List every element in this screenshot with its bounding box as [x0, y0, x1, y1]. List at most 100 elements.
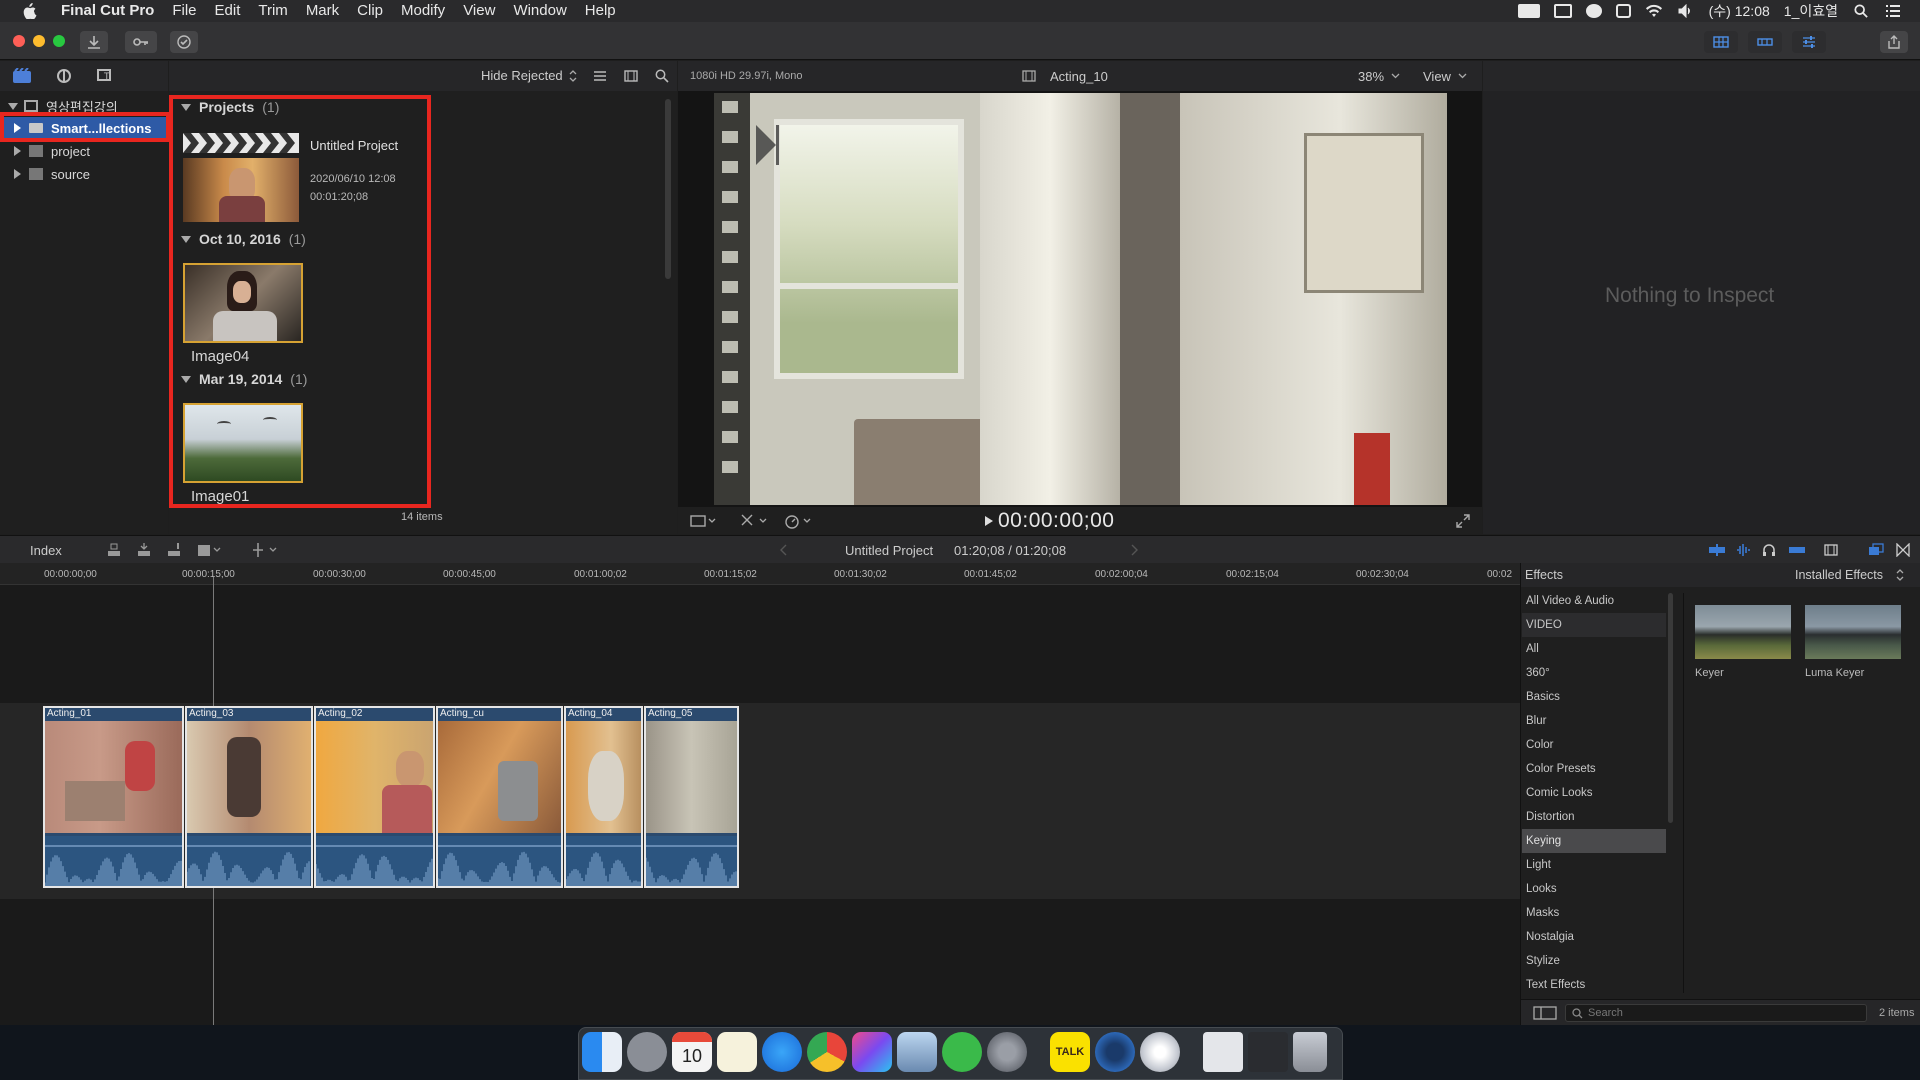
- timeline-clip-acting-03[interactable]: Acting_03: [185, 706, 313, 888]
- snapping-icon[interactable]: [1788, 544, 1806, 556]
- viewer-video-frame[interactable]: [714, 93, 1447, 505]
- overwrite-clip-icon[interactable]: [196, 542, 222, 558]
- chrome-icon[interactable]: [807, 1032, 847, 1072]
- apple-logo-icon[interactable]: [20, 3, 38, 19]
- minimize-window-button[interactable]: [33, 35, 45, 47]
- share-button[interactable]: [1880, 31, 1908, 53]
- effect-category-color-presets[interactable]: Color Presets: [1522, 757, 1666, 781]
- transform-tools-icon[interactable]: [740, 513, 770, 529]
- audio-skimming-icon[interactable]: [1736, 543, 1752, 557]
- effect-category-basics[interactable]: Basics: [1522, 685, 1666, 709]
- fullscreen-icon[interactable]: [1456, 514, 1470, 528]
- effect-category-text-effects[interactable]: Text Effects: [1522, 973, 1666, 997]
- message-icon[interactable]: [1585, 4, 1602, 18]
- final-cut-pro-icon[interactable]: [852, 1032, 892, 1072]
- effect-category-distortion[interactable]: Distortion: [1522, 805, 1666, 829]
- timeline-project-name[interactable]: Untitled Project: [845, 543, 933, 558]
- zoom-window-button[interactable]: [53, 35, 65, 47]
- trash-icon[interactable]: [1293, 1032, 1327, 1072]
- kakaotalk-icon[interactable]: TALK: [1050, 1032, 1090, 1072]
- transitions-browser-icon[interactable]: [1896, 543, 1910, 557]
- menu-trim[interactable]: Trim: [249, 0, 296, 22]
- search-icon[interactable]: [655, 69, 669, 83]
- effect-category-looks[interactable]: Looks: [1522, 877, 1666, 901]
- menu-file[interactable]: File: [163, 0, 205, 22]
- retiming-speed-icon[interactable]: [784, 513, 814, 529]
- libraries-icon[interactable]: [12, 68, 32, 84]
- browser-scrollbar[interactable]: [665, 99, 671, 279]
- finder-icon[interactable]: [582, 1032, 622, 1072]
- menu-view[interactable]: View: [454, 0, 504, 22]
- viewer-timecode[interactable]: 00:00:00;00: [998, 509, 1114, 533]
- effect-category-video-header[interactable]: VIDEO: [1522, 613, 1666, 637]
- filter-popup[interactable]: Hide Rejected: [481, 68, 563, 83]
- show-browser-button[interactable]: [1704, 31, 1738, 53]
- play-button-icon[interactable]: [984, 515, 994, 527]
- menubar-clock[interactable]: (수) 12:08: [1709, 1, 1770, 21]
- effect-thumbnail-keyer[interactable]: [1695, 605, 1791, 659]
- effect-category-masks[interactable]: Masks: [1522, 901, 1666, 925]
- zoom-popup[interactable]: 38%: [1358, 69, 1384, 84]
- effects-search-field[interactable]: Search: [1565, 1004, 1867, 1022]
- volume-icon[interactable]: [1677, 4, 1695, 18]
- preview-icon[interactable]: [897, 1032, 937, 1072]
- menu-modify[interactable]: Modify: [392, 0, 454, 22]
- timeline-clip-acting-cu[interactable]: Acting_cu: [436, 706, 563, 888]
- timeline-clip-acting-02[interactable]: Acting_02: [314, 706, 435, 888]
- history-back-icon[interactable]: [780, 544, 788, 556]
- timeline-clip-acting-01[interactable]: Acting_01: [43, 706, 184, 888]
- notification-center-icon[interactable]: [1884, 4, 1902, 18]
- chevron-down-icon[interactable]: [1458, 73, 1467, 79]
- system-preferences-icon[interactable]: [987, 1032, 1027, 1072]
- effect-category-comic-looks[interactable]: Comic Looks: [1522, 781, 1666, 805]
- history-forward-icon[interactable]: [1130, 544, 1138, 556]
- effect-category-360[interactable]: 360°: [1522, 661, 1666, 685]
- menu-clip[interactable]: Clip: [348, 0, 392, 22]
- wd-drive-icon[interactable]: [1517, 4, 1540, 18]
- effect-category-blur[interactable]: Blur: [1522, 709, 1666, 733]
- effect-category-keying[interactable]: Keying: [1522, 829, 1666, 853]
- background-tasks-button[interactable]: [170, 31, 198, 53]
- timeline-clip-acting-04[interactable]: Acting_04: [564, 706, 643, 888]
- effect-category-all-video-audio[interactable]: All Video & Audio: [1522, 589, 1666, 613]
- menu-app-name[interactable]: Final Cut Pro: [52, 0, 163, 22]
- safari-icon[interactable]: [762, 1032, 802, 1072]
- sidebar-toggle-icon[interactable]: [1533, 1006, 1557, 1020]
- effect-category-nostalgia[interactable]: Nostalgia: [1522, 925, 1666, 949]
- clip-appearance-icon[interactable]: [624, 69, 638, 83]
- titles-generators-icon[interactable]: T: [96, 68, 116, 84]
- disclosure-triangle-icon[interactable]: [14, 169, 21, 179]
- quicktime-icon[interactable]: [1095, 1032, 1135, 1072]
- documents-stack-icon[interactable]: [1248, 1032, 1288, 1072]
- effects-browser-icon[interactable]: [1868, 543, 1884, 557]
- menu-mark[interactable]: Mark: [297, 0, 348, 22]
- downloads-stack-icon[interactable]: [1203, 1032, 1243, 1072]
- effect-category-all[interactable]: All: [1522, 637, 1666, 661]
- keywords-button[interactable]: [125, 31, 157, 53]
- disclosure-triangle-icon[interactable]: [14, 146, 21, 156]
- menu-window[interactable]: Window: [504, 0, 575, 22]
- close-window-button[interactable]: [13, 35, 25, 47]
- disclosure-triangle-icon[interactable]: [8, 102, 18, 110]
- menu-edit[interactable]: Edit: [206, 0, 250, 22]
- wifi-icon[interactable]: [1645, 4, 1663, 18]
- clip-appearance-icon[interactable]: [1824, 543, 1838, 557]
- tree-item-source[interactable]: source: [0, 163, 170, 185]
- append-clip-icon[interactable]: [166, 542, 182, 558]
- menu-help[interactable]: Help: [576, 0, 625, 22]
- input-source-icon[interactable]: [1615, 4, 1631, 18]
- viewer-display-options-icon[interactable]: [690, 514, 716, 528]
- tree-item-project[interactable]: project: [0, 140, 170, 162]
- dvd-player-icon[interactable]: [1140, 1032, 1180, 1072]
- chevron-down-icon[interactable]: [1391, 73, 1400, 79]
- select-tool-icon[interactable]: [250, 541, 280, 559]
- calendar-icon[interactable]: 10: [672, 1032, 712, 1072]
- photos-audio-icon[interactable]: [54, 68, 74, 84]
- spotlight-search-icon[interactable]: [1852, 4, 1870, 18]
- timeline-clip-acting-05[interactable]: Acting_05: [644, 706, 739, 888]
- notes-icon[interactable]: [717, 1032, 757, 1072]
- insert-clip-icon[interactable]: [136, 542, 152, 558]
- list-view-icon[interactable]: [593, 70, 607, 82]
- timeline-ruler[interactable]: 00:00:00;00 00:00:15;00 00:00:30;00 00:0…: [0, 563, 1520, 585]
- headphones-solo-icon[interactable]: [1762, 543, 1776, 557]
